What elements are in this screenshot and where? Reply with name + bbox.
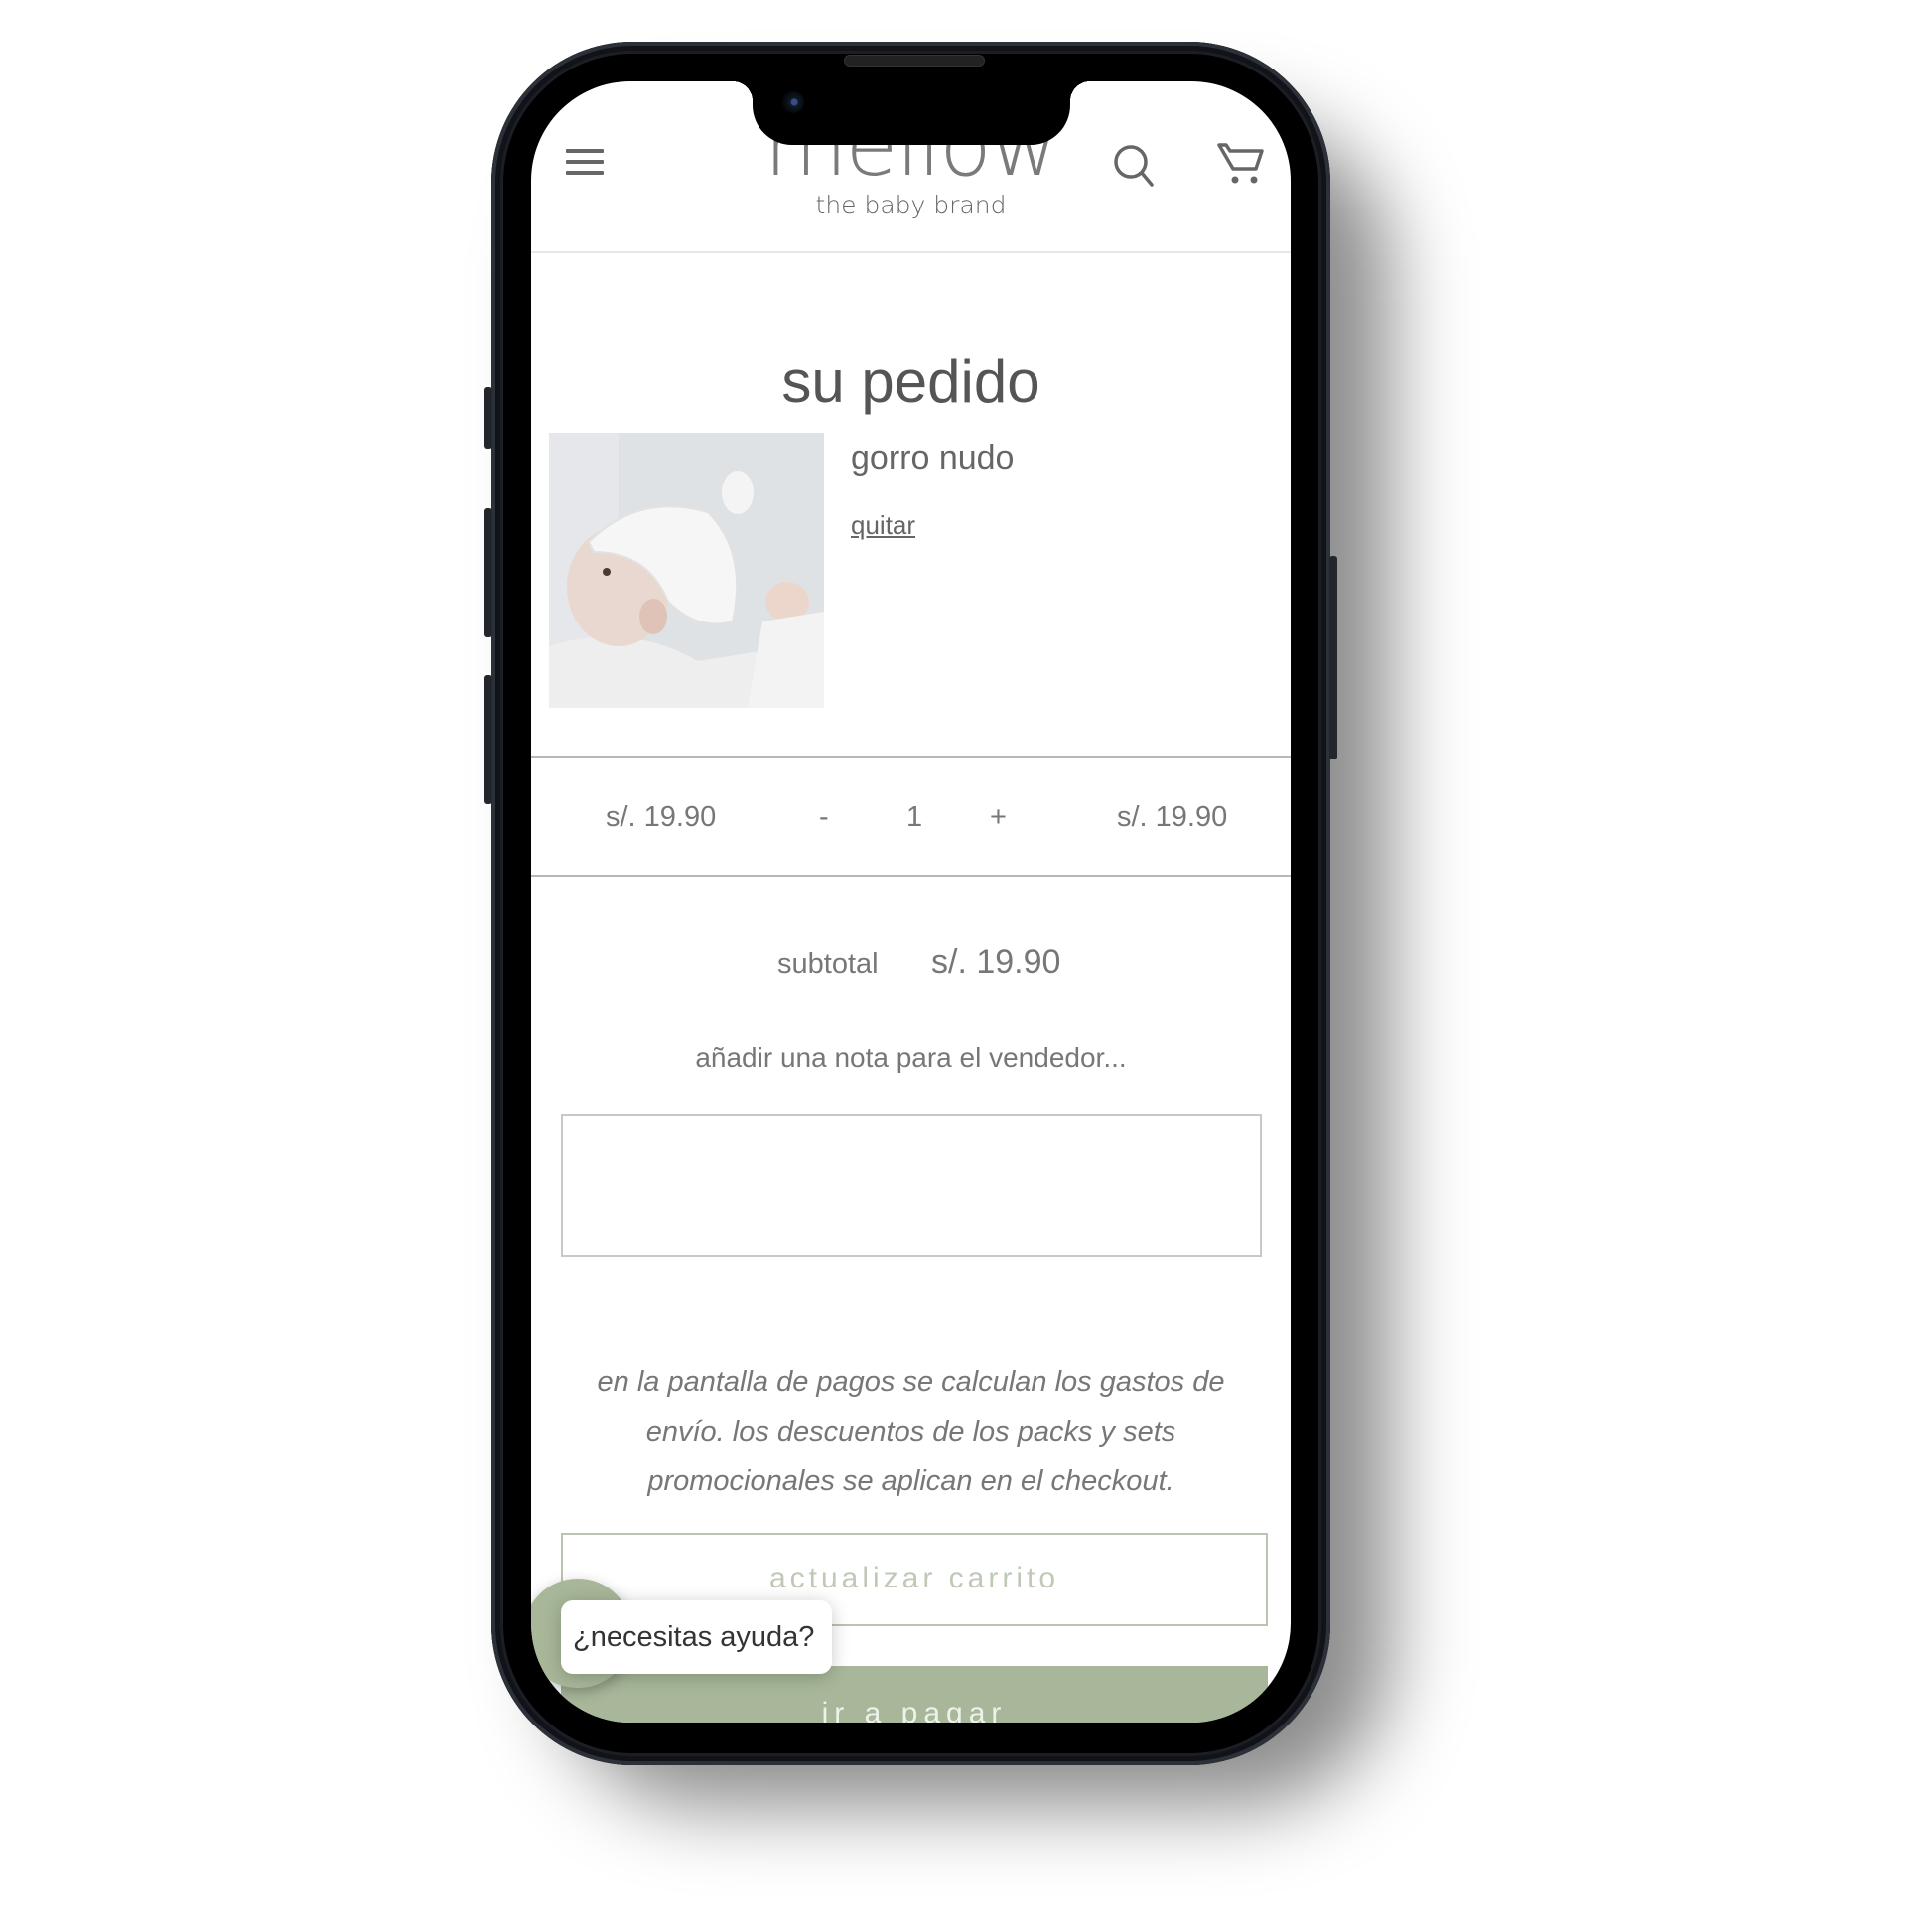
page-title: su pedido (781, 348, 1040, 415)
item-row-top-divider (531, 756, 1291, 758)
line-total: s/. 19.90 (1117, 801, 1228, 833)
quantity-value[interactable]: 1 (906, 801, 922, 834)
subtotal-label: subtotal (777, 948, 879, 980)
remove-item-link[interactable]: quitar (851, 510, 915, 541)
order-note-label: añadir una nota para el vendedor... (695, 1042, 1127, 1073)
unit-price: s/. 19.90 (606, 801, 717, 833)
brand-tagline: the baby brand (815, 191, 1007, 219)
header-divider (531, 251, 1291, 253)
phone-volume-down-button (484, 675, 492, 804)
phone-speaker (844, 55, 985, 67)
checkout-button[interactable]: ir a pagar (561, 1666, 1268, 1723)
order-note-input[interactable] (561, 1114, 1262, 1257)
phone-screen: mellow the baby brand su pedido gorro nu… (531, 81, 1291, 1723)
baby-photo-illustration (549, 433, 824, 708)
phone-notch (733, 81, 1090, 145)
phone-volume-up-button (484, 508, 492, 637)
quantity-decrement-button[interactable]: - (819, 801, 829, 834)
help-chat-bubble[interactable]: ¿necesitas ayuda? (561, 1600, 832, 1674)
front-camera-icon (782, 91, 804, 113)
search-icon[interactable] (1112, 141, 1156, 189)
shipping-info-text: en la pantalla de pagos se calculan los … (597, 1366, 1225, 1497)
product-image[interactable] (549, 433, 824, 708)
phone-power-button (1329, 556, 1337, 759)
subtotal-value: s/. 19.90 (931, 943, 1061, 981)
quantity-increment-button[interactable]: + (990, 801, 1007, 834)
phone-action-button (484, 387, 492, 449)
cart-icon[interactable] (1216, 139, 1266, 189)
product-name[interactable]: gorro nudo (851, 439, 1014, 478)
item-row-bottom-divider (531, 875, 1291, 877)
